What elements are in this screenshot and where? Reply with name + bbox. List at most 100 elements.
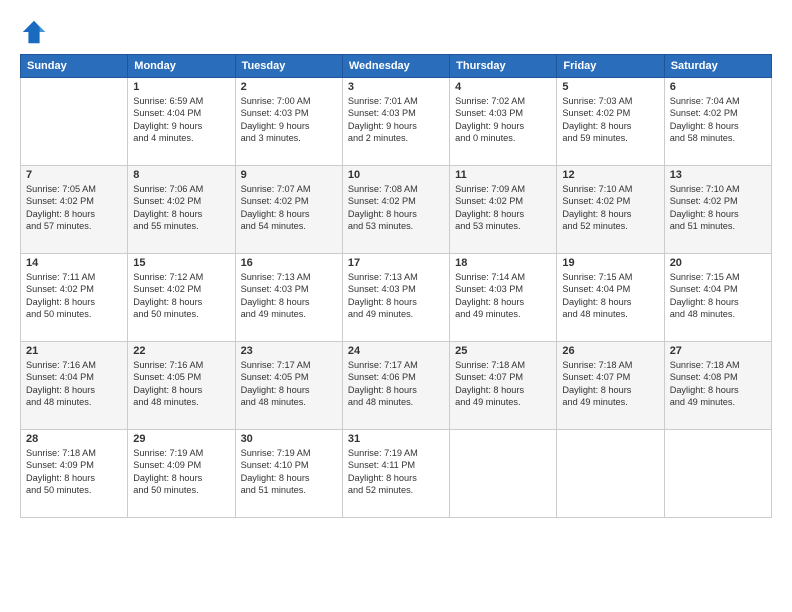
header [20,18,772,46]
calendar-header-row: SundayMondayTuesdayWednesdayThursdayFrid… [21,55,772,78]
day-number: 17 [348,257,444,269]
day-number: 1 [133,81,229,93]
day-number: 12 [562,169,658,181]
day-info: Sunrise: 7:04 AM Sunset: 4:02 PM Dayligh… [670,95,766,145]
logo-icon [20,18,48,46]
day-info: Sunrise: 7:13 AM Sunset: 4:03 PM Dayligh… [348,271,444,321]
day-info: Sunrise: 7:19 AM Sunset: 4:11 PM Dayligh… [348,447,444,497]
day-number: 19 [562,257,658,269]
day-number: 3 [348,81,444,93]
calendar-cell: 27 Sunrise: 7:18 AM Sunset: 4:08 PM Dayli… [664,342,771,430]
day-number: 27 [670,345,766,357]
day-info: Sunrise: 7:07 AM Sunset: 4:02 PM Dayligh… [241,183,337,233]
col-header-wednesday: Wednesday [342,55,449,78]
day-number: 7 [26,169,122,181]
day-number: 8 [133,169,229,181]
calendar-cell: 14 Sunrise: 7:11 AM Sunset: 4:02 PM Dayli… [21,254,128,342]
day-info: Sunrise: 7:10 AM Sunset: 4:02 PM Dayligh… [670,183,766,233]
calendar-cell: 15 Sunrise: 7:12 AM Sunset: 4:02 PM Dayli… [128,254,235,342]
day-info: Sunrise: 7:16 AM Sunset: 4:05 PM Dayligh… [133,359,229,409]
day-info: Sunrise: 7:18 AM Sunset: 4:09 PM Dayligh… [26,447,122,497]
day-number: 28 [26,433,122,445]
day-number: 24 [348,345,444,357]
calendar-week-row: 1 Sunrise: 6:59 AM Sunset: 4:04 PM Daylig… [21,78,772,166]
day-info: Sunrise: 7:19 AM Sunset: 4:09 PM Dayligh… [133,447,229,497]
day-info: Sunrise: 7:15 AM Sunset: 4:04 PM Dayligh… [670,271,766,321]
calendar-cell: 24 Sunrise: 7:17 AM Sunset: 4:06 PM Dayli… [342,342,449,430]
day-info: Sunrise: 7:06 AM Sunset: 4:02 PM Dayligh… [133,183,229,233]
calendar-cell: 31 Sunrise: 7:19 AM Sunset: 4:11 PM Dayli… [342,430,449,518]
day-number: 13 [670,169,766,181]
day-info: Sunrise: 7:13 AM Sunset: 4:03 PM Dayligh… [241,271,337,321]
calendar-cell [664,430,771,518]
calendar-cell [557,430,664,518]
calendar-cell: 13 Sunrise: 7:10 AM Sunset: 4:02 PM Dayli… [664,166,771,254]
calendar-cell: 3 Sunrise: 7:01 AM Sunset: 4:03 PM Daylig… [342,78,449,166]
calendar-cell: 16 Sunrise: 7:13 AM Sunset: 4:03 PM Dayli… [235,254,342,342]
calendar-week-row: 7Sunrise: 7:05 AM Sunset: 4:02 PM Daylig… [21,166,772,254]
day-info: Sunrise: 7:02 AM Sunset: 4:03 PM Dayligh… [455,95,551,145]
calendar-cell: 22Sunrise: 7:16 AM Sunset: 4:05 PM Dayli… [128,342,235,430]
calendar-cell: 20 Sunrise: 7:15 AM Sunset: 4:04 PM Dayli… [664,254,771,342]
calendar-cell: 4 Sunrise: 7:02 AM Sunset: 4:03 PM Daylig… [450,78,557,166]
calendar-week-row: 28 Sunrise: 7:18 AM Sunset: 4:09 PM Dayli… [21,430,772,518]
day-info: Sunrise: 7:09 AM Sunset: 4:02 PM Dayligh… [455,183,551,233]
day-number: 4 [455,81,551,93]
day-info: Sunrise: 7:11 AM Sunset: 4:02 PM Dayligh… [26,271,122,321]
day-number: 25 [455,345,551,357]
day-number: 11 [455,169,551,181]
calendar-week-row: 21Sunrise: 7:16 AM Sunset: 4:04 PM Dayli… [21,342,772,430]
day-number: 30 [241,433,337,445]
col-header-sunday: Sunday [21,55,128,78]
day-number: 15 [133,257,229,269]
col-header-monday: Monday [128,55,235,78]
calendar-cell: 1 Sunrise: 6:59 AM Sunset: 4:04 PM Daylig… [128,78,235,166]
calendar-cell: 8 Sunrise: 7:06 AM Sunset: 4:02 PM Daylig… [128,166,235,254]
calendar-cell: 21Sunrise: 7:16 AM Sunset: 4:04 PM Dayli… [21,342,128,430]
calendar-week-row: 14 Sunrise: 7:11 AM Sunset: 4:02 PM Dayli… [21,254,772,342]
day-info: Sunrise: 7:17 AM Sunset: 4:05 PM Dayligh… [241,359,337,409]
day-number: 20 [670,257,766,269]
calendar-cell: 28 Sunrise: 7:18 AM Sunset: 4:09 PM Dayli… [21,430,128,518]
day-info: Sunrise: 7:19 AM Sunset: 4:10 PM Dayligh… [241,447,337,497]
day-info: Sunrise: 7:12 AM Sunset: 4:02 PM Dayligh… [133,271,229,321]
day-info: Sunrise: 7:00 AM Sunset: 4:03 PM Dayligh… [241,95,337,145]
day-number: 16 [241,257,337,269]
calendar-cell [21,78,128,166]
calendar-cell: 11 Sunrise: 7:09 AM Sunset: 4:02 PM Dayli… [450,166,557,254]
day-info: Sunrise: 7:18 AM Sunset: 4:07 PM Dayligh… [455,359,551,409]
calendar-cell: 2 Sunrise: 7:00 AM Sunset: 4:03 PM Daylig… [235,78,342,166]
col-header-friday: Friday [557,55,664,78]
day-number: 31 [348,433,444,445]
day-info: Sunrise: 7:10 AM Sunset: 4:02 PM Dayligh… [562,183,658,233]
calendar-cell [450,430,557,518]
day-info: Sunrise: 6:59 AM Sunset: 4:04 PM Dayligh… [133,95,229,145]
day-number: 5 [562,81,658,93]
day-info: Sunrise: 7:14 AM Sunset: 4:03 PM Dayligh… [455,271,551,321]
day-info: Sunrise: 7:01 AM Sunset: 4:03 PM Dayligh… [348,95,444,145]
day-number: 21 [26,345,122,357]
calendar-cell: 6Sunrise: 7:04 AM Sunset: 4:02 PM Daylig… [664,78,771,166]
calendar-cell: 9Sunrise: 7:07 AM Sunset: 4:02 PM Daylig… [235,166,342,254]
day-info: Sunrise: 7:03 AM Sunset: 4:02 PM Dayligh… [562,95,658,145]
calendar-cell: 7Sunrise: 7:05 AM Sunset: 4:02 PM Daylig… [21,166,128,254]
calendar-cell: 23 Sunrise: 7:17 AM Sunset: 4:05 PM Dayli… [235,342,342,430]
col-header-tuesday: Tuesday [235,55,342,78]
logo [20,18,50,46]
day-number: 23 [241,345,337,357]
calendar-cell: 25 Sunrise: 7:18 AM Sunset: 4:07 PM Dayli… [450,342,557,430]
day-number: 14 [26,257,122,269]
calendar-cell: 5 Sunrise: 7:03 AM Sunset: 4:02 PM Daylig… [557,78,664,166]
day-number: 18 [455,257,551,269]
calendar-cell: 29 Sunrise: 7:19 AM Sunset: 4:09 PM Dayli… [128,430,235,518]
col-header-thursday: Thursday [450,55,557,78]
day-number: 29 [133,433,229,445]
day-info: Sunrise: 7:18 AM Sunset: 4:07 PM Dayligh… [562,359,658,409]
calendar-cell: 17 Sunrise: 7:13 AM Sunset: 4:03 PM Dayli… [342,254,449,342]
day-info: Sunrise: 7:18 AM Sunset: 4:08 PM Dayligh… [670,359,766,409]
day-info: Sunrise: 7:17 AM Sunset: 4:06 PM Dayligh… [348,359,444,409]
calendar-cell: 12 Sunrise: 7:10 AM Sunset: 4:02 PM Dayli… [557,166,664,254]
day-number: 2 [241,81,337,93]
calendar-cell: 30 Sunrise: 7:19 AM Sunset: 4:10 PM Dayli… [235,430,342,518]
day-info: Sunrise: 7:08 AM Sunset: 4:02 PM Dayligh… [348,183,444,233]
